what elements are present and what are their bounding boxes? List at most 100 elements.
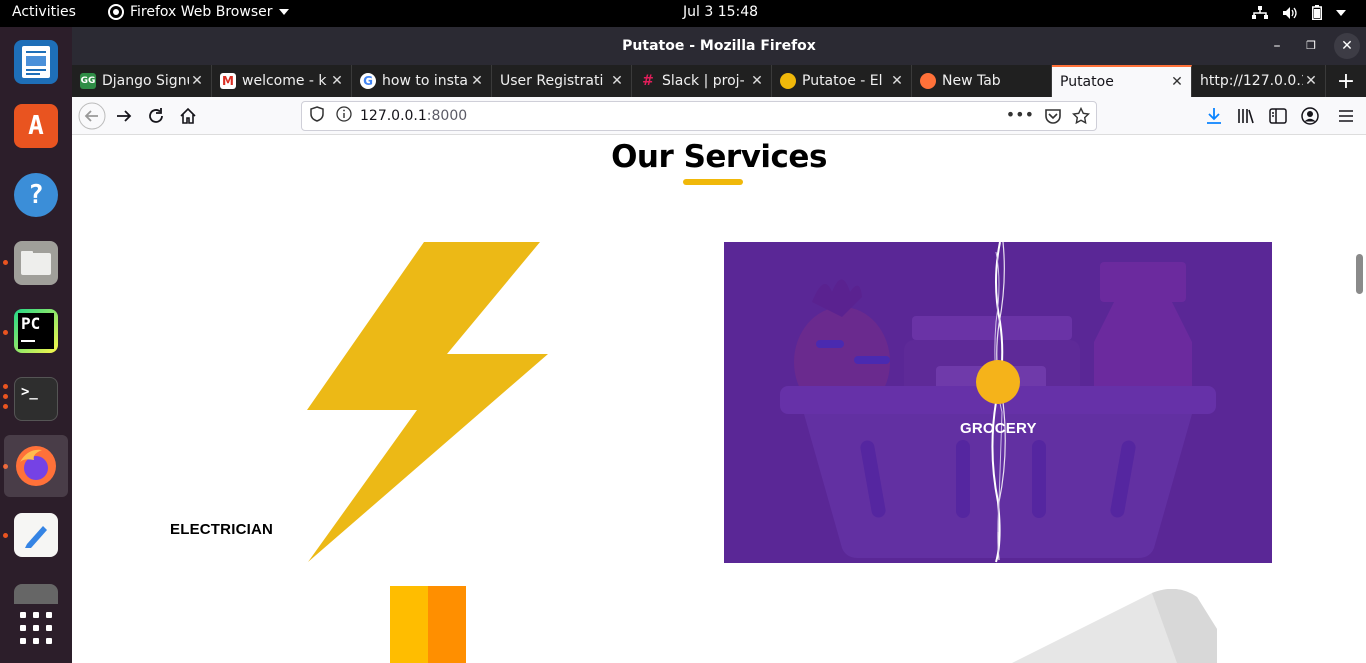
pocket-icon[interactable] (1044, 108, 1062, 128)
close-icon[interactable]: ✕ (609, 73, 625, 89)
tab-welcome[interactable]: M welcome - k ✕ (212, 65, 352, 97)
clock[interactable]: Jul 3 15:48 (683, 4, 758, 20)
shield-icon[interactable] (310, 106, 330, 126)
ubuntu-software-icon: A (14, 104, 58, 148)
tab-slack[interactable]: # Slack | proj- ✕ (632, 65, 772, 97)
tab-label: New Tab (942, 73, 1001, 89)
title-bar: Putatoe - Mozilla Firefox – ❐ ✕ (72, 27, 1366, 65)
info-icon[interactable] (336, 106, 356, 126)
window-title: Putatoe - Mozilla Firefox (622, 38, 816, 54)
system-tray[interactable] (1252, 5, 1346, 20)
dock-firefox[interactable] (4, 435, 68, 497)
dock-terminal[interactable]: >_ (4, 368, 68, 430)
url-host: 127.0.0.1 (360, 108, 427, 124)
maximize-icon[interactable]: ❐ (1294, 27, 1328, 65)
lightning-bolt-image[interactable] (306, 241, 550, 563)
tab-label: welcome - k (242, 73, 327, 89)
image-block-left (390, 586, 428, 663)
gfg-icon: GG (80, 73, 96, 89)
minimize-icon[interactable]: – (1260, 27, 1294, 65)
address-bar[interactable]: 127.0.0.1:8000 ••• (301, 101, 1097, 131)
close-icon[interactable]: ✕ (189, 73, 205, 89)
putatoe-icon (780, 73, 796, 89)
firefox-icon (920, 73, 936, 89)
firefox-icon (108, 4, 124, 20)
forward-button[interactable] (108, 100, 140, 132)
dock-files[interactable] (4, 232, 68, 294)
google-icon: G (360, 73, 376, 89)
app-menu-label: Firefox Web Browser (130, 4, 273, 20)
new-tab-button[interactable]: + (1326, 65, 1366, 97)
grocery-card[interactable]: GROCERY (724, 242, 1272, 563)
star-icon[interactable] (1071, 106, 1091, 129)
tab-label: Slack | proj- (662, 73, 745, 89)
battery-icon (1312, 5, 1322, 20)
firefox-icon (14, 444, 58, 488)
service-image-partial-grey[interactable] (1002, 589, 1222, 663)
arrow-right-icon (117, 109, 132, 122)
tab-putatoe-el[interactable]: Putatoe - El ✕ (772, 65, 912, 97)
tab-label: how to insta (382, 73, 468, 89)
close-icon[interactable]: ✕ (749, 73, 765, 89)
service-label-grocery: GROCERY (960, 420, 1037, 437)
tab-user-registration[interactable]: User Registrati ✕ (492, 65, 632, 97)
chevron-down-icon (1336, 9, 1346, 16)
home-icon (180, 107, 196, 124)
terminal-icon: >_ (14, 377, 58, 421)
tab-how-to-install[interactable]: G how to insta ✕ (352, 65, 492, 97)
tab-label: http://127.0.0.1 (1200, 73, 1303, 89)
chevron-down-icon (278, 9, 289, 15)
dock-pycharm[interactable]: PC (4, 300, 68, 362)
url-port: :8000 (426, 108, 468, 124)
service-image-partial[interactable] (390, 586, 466, 663)
app-menu[interactable]: Firefox Web Browser (108, 4, 289, 20)
close-icon[interactable]: ✕ (1169, 74, 1185, 90)
files-icon (14, 241, 58, 285)
dock-libreoffice-writer[interactable] (4, 31, 68, 93)
back-button[interactable] (76, 100, 108, 132)
menu-button[interactable] (1330, 100, 1362, 132)
tab-new-tab[interactable]: New Tab (912, 65, 1052, 97)
show-applications-button[interactable] (4, 597, 68, 659)
volume-icon (1283, 6, 1297, 19)
arrow-left-icon (78, 102, 106, 129)
libreoffice-writer-icon (14, 40, 58, 84)
close-icon[interactable]: ✕ (329, 73, 345, 89)
close-icon[interactable]: ✕ (889, 73, 905, 89)
heading-underline (683, 179, 743, 185)
gmail-icon: M (220, 73, 236, 89)
tab-label: User Registrati (500, 73, 604, 89)
downloads-button[interactable] (1198, 100, 1230, 132)
pycharm-icon: PC (14, 309, 58, 353)
navigation-toolbar: 127.0.0.1:8000 ••• (72, 97, 1366, 135)
toolbar-right (1198, 97, 1366, 135)
help-icon: ? (14, 173, 58, 217)
dock-help[interactable]: ? (4, 164, 68, 226)
sidebar-button[interactable] (1262, 100, 1294, 132)
service-label-electrician[interactable]: ELECTRICIAN (170, 521, 273, 538)
page-actions-icon[interactable]: ••• (1006, 105, 1034, 124)
close-icon[interactable]: ✕ (1303, 73, 1319, 89)
tab-putatoe[interactable]: Putatoe ✕ (1052, 65, 1192, 97)
close-icon[interactable]: ✕ (469, 73, 485, 89)
gnome-top-bar: Activities Firefox Web Browser Jul 3 15:… (0, 0, 1366, 27)
activities-button[interactable]: Activities (12, 4, 76, 20)
download-icon (1207, 108, 1221, 124)
reload-button[interactable] (140, 100, 172, 132)
page-scrollbar-thumb[interactable] (1356, 254, 1363, 294)
tab-localhost[interactable]: http://127.0.0.1 ✕ (1192, 65, 1326, 97)
home-button[interactable] (172, 100, 204, 132)
library-icon (1238, 109, 1254, 124)
dock-text-editor[interactable] (4, 504, 68, 566)
app-grid-icon (20, 612, 52, 644)
dock-ubuntu-software[interactable]: A (4, 95, 68, 157)
tab-label: Django Signup (102, 73, 189, 89)
tab-django-signup[interactable]: GG Django Signup ✕ (72, 65, 212, 97)
tab-bar: GG Django Signup ✕ M welcome - k ✕ G how… (72, 65, 1366, 97)
url-text[interactable]: 127.0.0.1:8000 (360, 108, 467, 124)
account-button[interactable] (1294, 100, 1326, 132)
library-button[interactable] (1230, 100, 1262, 132)
close-icon[interactable]: ✕ (1334, 33, 1360, 59)
grocery-basket-image (780, 242, 1216, 563)
page-content: Our Services ELECTRICIAN GROCERY (72, 137, 1366, 663)
